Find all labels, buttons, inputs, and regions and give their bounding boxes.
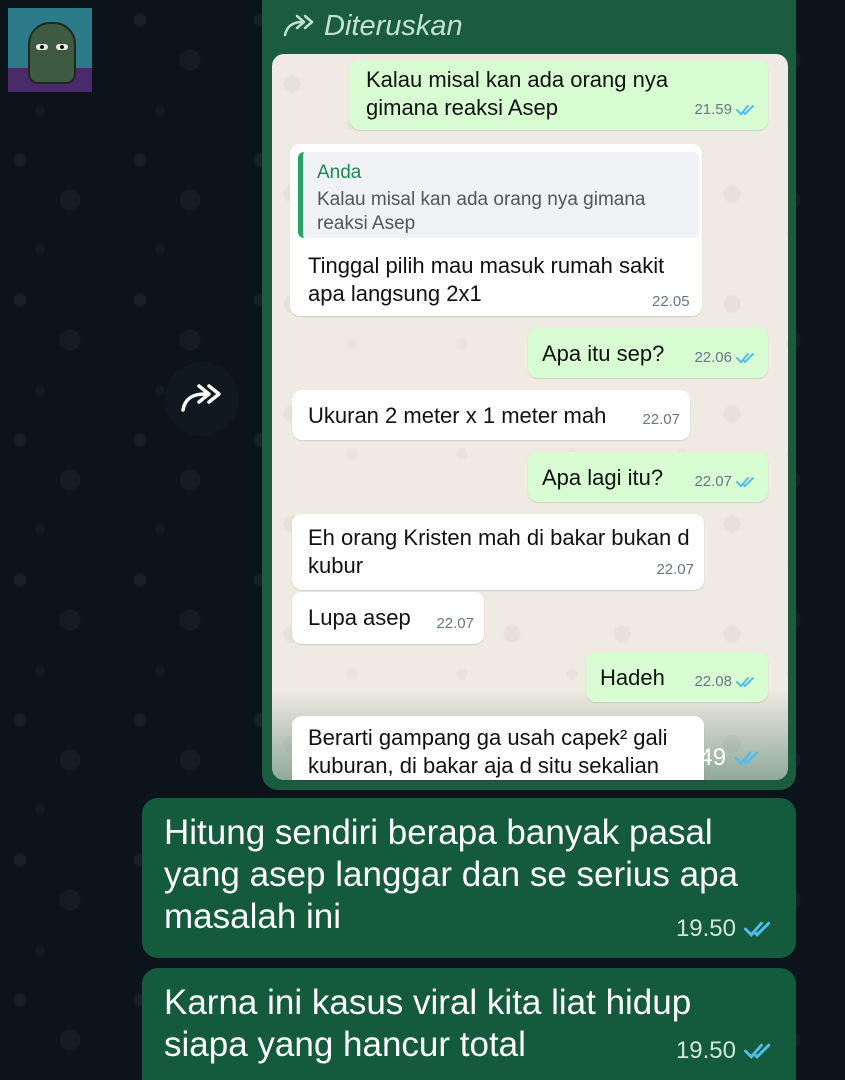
reply-quote[interactable]: Anda Kalau misal kan ada orang nya giman… — [298, 152, 699, 238]
message-text: Hadeh — [600, 665, 665, 690]
read-check-icon — [736, 677, 754, 688]
read-check-icon — [744, 921, 771, 937]
message-bubble-outgoing[interactable]: Kalau misal kan ada orang nya gimana rea… — [350, 60, 768, 130]
forwarded-header: Diteruskan — [282, 8, 463, 44]
message-text: Ukuran 2 meter x 1 meter mah — [308, 403, 607, 428]
message-time: 19.50 — [675, 915, 736, 942]
forwarded-message-meta: 19.49 — [666, 744, 764, 772]
message-time: 22.07 — [642, 411, 680, 428]
message-time: 22.07 — [694, 473, 732, 490]
message-text: Berarti gampang ga usah capek² gali kubu… — [308, 725, 668, 778]
read-check-icon — [736, 105, 754, 116]
message-text: Kalau misal kan ada orang nya gimana rea… — [366, 67, 669, 120]
message-bubble-incoming[interactable]: Berarti gampang ga usah capek² gali kubu… — [292, 716, 704, 780]
message-bubble-outgoing[interactable]: Hitung sendiri berapa banyak pasal yang … — [142, 798, 796, 958]
read-check-icon — [744, 1043, 771, 1059]
quote-text: Kalau misal kan ada orang nya gimana rea… — [317, 189, 646, 234]
forwarded-icon — [283, 14, 314, 37]
message-time: 22.05 — [652, 293, 690, 310]
avatar-character — [28, 22, 76, 84]
profile-avatar[interactable] — [8, 8, 92, 92]
message-time: 21.59 — [694, 101, 732, 118]
message-text: Tinggal pilih mau masuk rumah sakit apa … — [308, 253, 665, 306]
message-bubble-outgoing[interactable]: Apa lagi itu? 22.07 — [528, 452, 768, 502]
message-bubble-incoming[interactable]: Eh orang Kristen mah di bakar bukan d ku… — [292, 514, 704, 590]
read-check-icon — [736, 477, 754, 488]
read-check-icon — [734, 751, 759, 766]
message-time: 22.07 — [436, 615, 474, 632]
message-bubble-outgoing[interactable]: Hadeh 22.08 — [586, 652, 768, 702]
forward-button[interactable] — [165, 362, 239, 436]
message-bubble-outgoing[interactable]: Apa itu sep? 22.06 — [528, 328, 768, 378]
message-time: 22.06 — [694, 349, 732, 366]
message-text: Apa lagi itu? — [542, 465, 664, 490]
forwarded-label: Diteruskan — [324, 9, 463, 42]
message-bubble-outgoing[interactable]: Karna ini kasus viral kita liat hidup si… — [142, 968, 796, 1080]
message-bubble-incoming[interactable]: Ukuran 2 meter x 1 meter mah 22.07 — [292, 390, 690, 440]
message-text: Lupa asep — [308, 605, 411, 630]
message-time: 22.07 — [656, 561, 694, 578]
quote-author: Anda — [317, 162, 362, 183]
message-bubble-incoming[interactable]: Lupa asep 22.07 — [292, 592, 484, 644]
message-time: 22.08 — [694, 673, 732, 690]
message-time: 19.50 — [675, 1037, 736, 1064]
forward-icon — [181, 384, 221, 412]
read-check-icon — [736, 353, 754, 364]
message-text: Apa itu sep? — [542, 341, 665, 366]
forwarded-message-time: 19.49 — [666, 744, 727, 771]
message-text: Eh orang Kristen mah di bakar bukan d ku… — [308, 525, 690, 578]
